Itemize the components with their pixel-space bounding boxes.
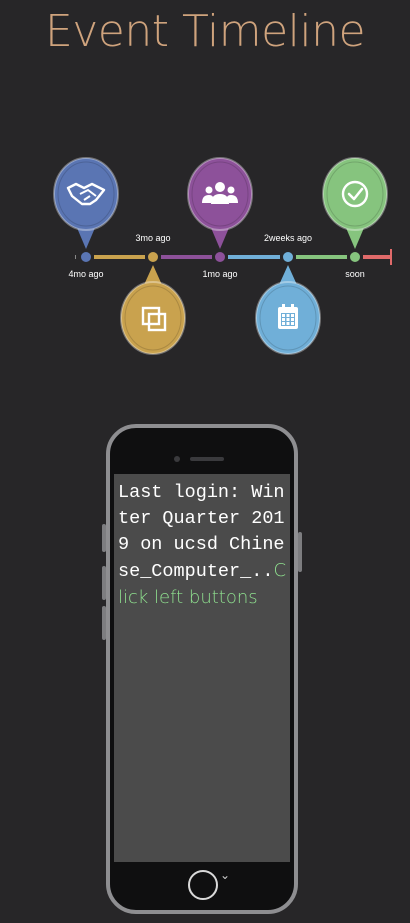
timeline-event-label: 1mo ago bbox=[202, 269, 238, 279]
phone-mockup: Last login: Winter Quarter 2019 on ucsd … bbox=[102, 424, 302, 914]
event-node bbox=[282, 251, 294, 263]
event-bubble bbox=[322, 157, 388, 231]
calendar-icon bbox=[278, 304, 298, 329]
event-node bbox=[80, 251, 92, 263]
volume-up-button[interactable] bbox=[102, 566, 106, 600]
timeline-event-5[interactable] bbox=[322, 157, 388, 263]
timeline-event-label: soon bbox=[345, 269, 365, 279]
mute-button[interactable] bbox=[102, 524, 106, 552]
timeline-event-4[interactable] bbox=[255, 251, 321, 355]
login-message: Last login: Winter Quarter 2019 on ucsd … bbox=[118, 482, 285, 582]
event-node bbox=[214, 251, 226, 263]
terminal-output: Last login: Winter Quarter 2019 on ucsd … bbox=[118, 480, 290, 612]
power-button[interactable] bbox=[298, 532, 302, 572]
home-button[interactable] bbox=[188, 870, 218, 900]
timeline-event-label: 4mo ago bbox=[68, 269, 104, 279]
event-bubble bbox=[120, 281, 186, 355]
timeline-event-1[interactable] bbox=[53, 157, 119, 263]
event-node bbox=[147, 251, 159, 263]
timeline-event-label: 3mo ago bbox=[135, 233, 171, 243]
phone-screen[interactable]: Last login: Winter Quarter 2019 on ucsd … bbox=[114, 474, 290, 862]
timeline-event-label: 2weeks ago bbox=[263, 233, 313, 243]
event-timeline bbox=[53, 157, 392, 355]
speaker-grille bbox=[190, 457, 224, 461]
volume-down-button[interactable] bbox=[102, 606, 106, 640]
timeline-event-3[interactable] bbox=[187, 157, 253, 263]
timeline-event-2[interactable] bbox=[120, 251, 186, 355]
event-node bbox=[349, 251, 361, 263]
chevron-down-icon: ⌄ bbox=[220, 868, 231, 882]
front-camera bbox=[174, 456, 180, 462]
event-bubble bbox=[53, 157, 119, 231]
